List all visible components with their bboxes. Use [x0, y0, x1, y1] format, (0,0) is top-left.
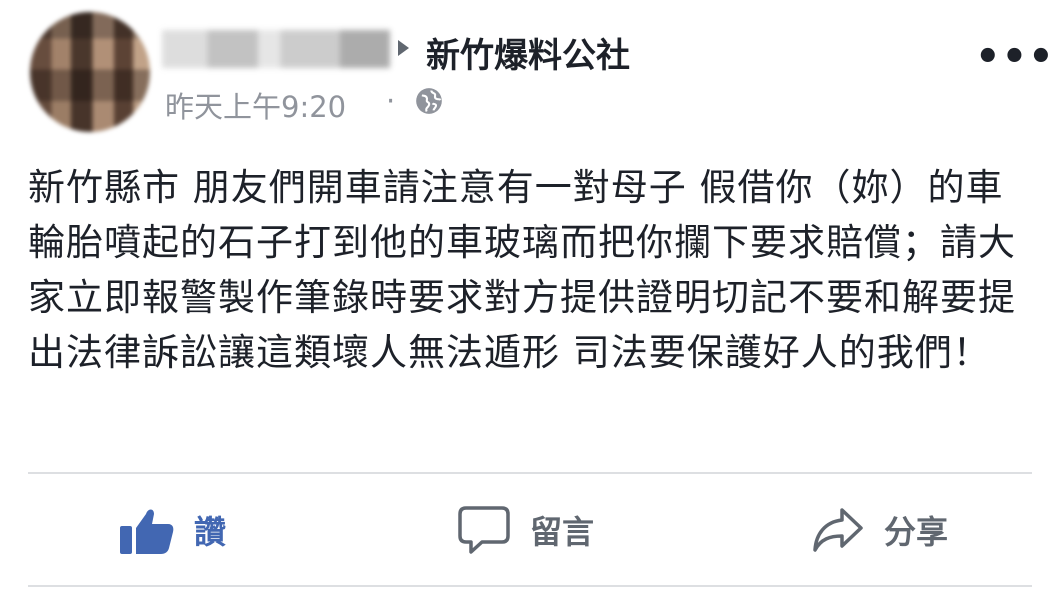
like-button[interactable]: 讚	[120, 500, 226, 560]
comment-button[interactable]: 留言	[458, 500, 594, 560]
divider	[28, 585, 1032, 587]
caret-right-icon	[398, 40, 409, 56]
share-button[interactable]: 分享	[812, 500, 948, 560]
author-avatar[interactable]	[30, 12, 150, 132]
comment-icon	[458, 506, 510, 554]
share-label: 分享	[884, 513, 949, 551]
like-label: 讚	[194, 513, 227, 551]
separator-dot: ·	[386, 84, 396, 118]
post-body-text: 新竹縣市 朋友們開車請注意有一對母子 假借你（妳）的車輪胎噴起的石子打到他的車玻…	[28, 166, 1016, 374]
divider	[28, 472, 1032, 474]
thumbs-up-icon	[120, 509, 174, 554]
post-timestamp[interactable]: 昨天上午9:20	[165, 84, 346, 126]
more-options-icon[interactable]: •••	[975, 37, 1055, 77]
share-icon	[813, 508, 863, 552]
group-name-link[interactable]: 新竹爆料公社	[426, 28, 630, 77]
author-name-blurred[interactable]	[162, 30, 390, 68]
comment-label: 留言	[530, 513, 595, 551]
globe-icon[interactable]	[415, 87, 443, 115]
